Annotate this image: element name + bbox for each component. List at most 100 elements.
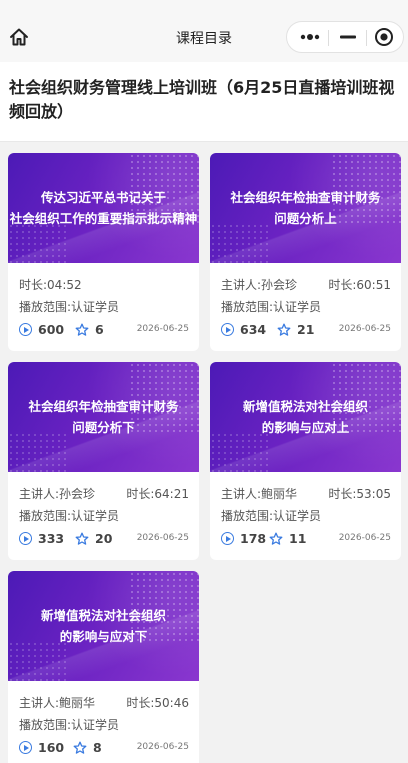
scope-row: 播放范围:认证学员 [221,298,391,315]
duration-label: 时长: [126,487,155,501]
play-count: 178 [221,531,266,546]
publish-date: 2026-06-25 [136,742,189,752]
play-count: 160 [19,740,64,755]
star-icon [269,532,283,545]
course-cover[interactable]: 社会组织年检抽查审计财务 问题分析下 [8,362,199,472]
favorite-count-value: 11 [289,531,307,546]
duration-label: 时长: [19,278,48,292]
speaker-row: 主讲人:鲍丽华 时长:53:05 [221,485,391,502]
cover-title-line: 社会组织年检抽查审计财务 [28,399,179,414]
publish-date: 2026-06-25 [136,533,189,543]
star-icon [73,741,87,754]
duration-info: 时长:50:46 [126,694,189,711]
scope-label: 播放范围: [221,509,274,523]
cover-title-line: 问题分析上 [274,211,337,226]
course-card[interactable]: 新增值税法对社会组织 的影响与应对下 主讲人:鲍丽华 时长:50:46 播放范围… [8,571,199,763]
cover-title-line: 社会组织工作的重要指示批示精神 [9,211,198,226]
play-icon [19,532,32,545]
cover-title-line: 社会组织年检抽查审计财务 [230,190,381,205]
capsule-divider [366,30,367,46]
course-stats: 333 20 2026-06-25 [19,531,189,549]
play-count: 600 [19,322,64,337]
scope-label: 播放范围: [19,718,72,732]
speaker-name: 鲍丽华 [261,487,298,501]
speaker-name: 孙会珍 [59,487,96,501]
course-cover[interactable]: 新增值税法对社会组织 的影响与应对下 [8,571,199,681]
favorite-count[interactable]: 21 [277,322,314,337]
favorite-count[interactable]: 6 [75,322,104,337]
duration-value: 04:52 [47,278,82,292]
publish-date: 2026-06-25 [338,324,391,334]
favorite-count[interactable]: 20 [75,531,112,546]
course-stats: 600 6 2026-06-25 [19,322,189,340]
course-stats: 178 11 2026-06-25 [221,531,391,549]
duration-info: 时长:64:21 [126,485,189,502]
favorite-count[interactable]: 11 [269,531,306,546]
course-cover[interactable]: 传达习近平总书记关于 社会组织工作的重要指示批示精神 [8,153,199,263]
more-dots-icon[interactable] [295,22,325,52]
favorite-count[interactable]: 8 [73,740,102,755]
duration-value: 50:46 [154,696,189,710]
cover-title: 新增值税法对社会组织 的影响与应对上 [210,362,401,472]
speaker-label: 主讲人: [19,696,60,710]
play-icon [19,741,32,754]
duration-label: 时长: [126,696,155,710]
star-icon [75,532,89,545]
nav-bar: 课程目录 [0,0,408,62]
play-icon [19,323,32,336]
speaker-row: 主讲人:鲍丽华 时长:50:46 [19,694,189,711]
speaker-name: 鲍丽华 [59,696,96,710]
scope-value: 认证学员 [71,509,120,523]
speaker-label: 主讲人: [221,487,262,501]
scope-label: 播放范围: [221,300,274,314]
speaker-label: 主讲人: [221,278,262,292]
play-count: 333 [19,531,64,546]
cover-title: 社会组织年检抽查审计财务 问题分析下 [8,362,199,472]
scope-row: 播放范围:认证学员 [221,507,391,524]
mini-program-capsule [286,21,404,53]
cover-title-line: 新增值税法对社会组织 [242,399,368,414]
speaker-name: 孙会珍 [261,278,298,292]
scope-value: 认证学员 [273,300,322,314]
play-count-value: 634 [240,322,267,337]
close-circle-icon[interactable] [369,22,399,52]
speaker-row: 主讲人:孙会珍 时长:60:51 [221,276,391,293]
course-stats: 634 21 2026-06-25 [221,322,391,340]
star-icon [277,323,291,336]
favorite-count-value: 6 [95,322,104,337]
play-count-value: 178 [240,531,267,546]
scope-value: 认证学员 [71,300,120,314]
star-icon [75,323,89,336]
favorite-count-value: 21 [297,322,315,337]
scope-row: 播放范围:认证学员 [19,298,189,315]
play-icon [221,323,234,336]
capsule-divider [328,30,329,46]
cover-title-line: 的影响与应对上 [261,420,350,435]
cover-title-line: 的影响与应对下 [59,629,148,644]
cover-title-line: 新增值税法对社会组织 [40,608,166,623]
duration-info: 时长:53:05 [328,485,391,502]
course-cover[interactable]: 社会组织年检抽查审计财务 问题分析上 [210,153,401,263]
play-count: 634 [221,322,266,337]
course-cover[interactable]: 新增值税法对社会组织 的影响与应对上 [210,362,401,472]
speaker-label: 主讲人: [19,487,60,501]
course-card[interactable]: 传达习近平总书记关于 社会组织工作的重要指示批示精神 时长:04:52 播放范围… [8,153,199,351]
play-icon [221,532,234,545]
duration-label: 时长: [328,487,357,501]
cover-title: 新增值税法对社会组织 的影响与应对下 [8,571,199,681]
cover-title: 社会组织年检抽查审计财务 问题分析上 [210,153,401,263]
play-count-value: 160 [38,740,65,755]
duration-value: 53:05 [356,487,391,501]
cover-title-line: 传达习近平总书记关于 [40,190,166,205]
scope-label: 播放范围: [19,300,72,314]
cover-title: 传达习近平总书记关于 社会组织工作的重要指示批示精神 [8,153,199,263]
duration-value: 60:51 [356,278,391,292]
course-card[interactable]: 社会组织年检抽查审计财务 问题分析上 主讲人:孙会珍 时长:60:51 播放范围… [210,153,401,351]
play-count-value: 600 [38,322,65,337]
scope-row: 播放范围:认证学员 [19,507,189,524]
scope-label: 播放范围: [19,509,72,523]
cover-title-line: 问题分析下 [72,420,135,435]
course-card[interactable]: 社会组织年检抽查审计财务 问题分析下 主讲人:孙会珍 时长:64:21 播放范围… [8,362,199,560]
minimize-icon[interactable] [333,22,363,52]
course-card[interactable]: 新增值税法对社会组织 的影响与应对上 主讲人:鲍丽华 时长:53:05 播放范围… [210,362,401,560]
